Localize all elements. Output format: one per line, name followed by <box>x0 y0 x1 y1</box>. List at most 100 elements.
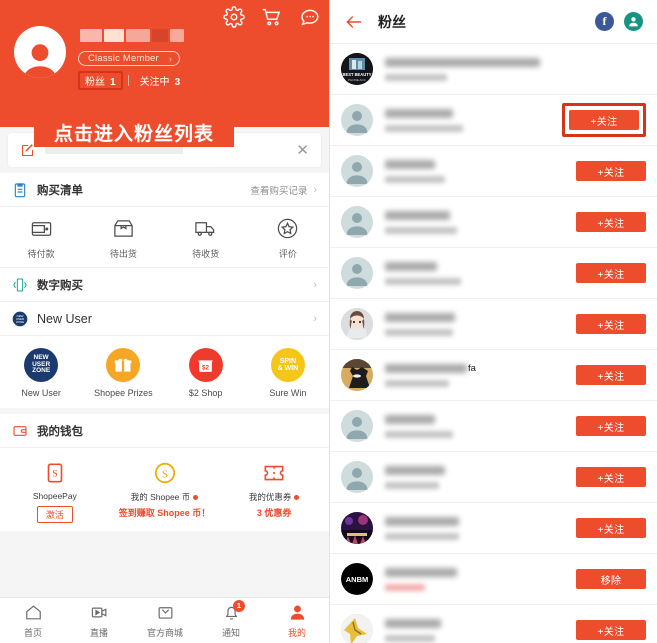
activate-button[interactable]: 激活 <box>36 506 73 523</box>
follower-row[interactable]: +关注 <box>330 146 657 197</box>
follow-button[interactable]: +关注 <box>576 314 646 334</box>
follower-row[interactable]: +关注 <box>330 197 657 248</box>
follower-name-tail: fa <box>468 362 476 374</box>
facebook-glyph: f <box>602 14 607 28</box>
follower-action-wrap: +关注 <box>576 59 646 79</box>
nav-me[interactable]: 我的 <box>264 603 329 639</box>
follow-button[interactable]: +关注 <box>576 161 646 181</box>
nav-mall[interactable]: 官方商城 <box>132 603 198 639</box>
order-status-review[interactable]: 评价 <box>247 217 329 260</box>
menu-row-new-user[interactable]: NEW USER ZONE New User › <box>0 302 329 336</box>
promo-label: Shopee Prizes <box>94 388 153 398</box>
app-root: Classic Member › 粉丝 1 关注中 3 ✕ 购买清单 查看购买记… <box>0 0 657 643</box>
follower-avatar[interactable] <box>341 410 373 442</box>
notification-badge: 1 <box>233 599 245 612</box>
follow-button[interactable]: +关注 <box>576 518 646 538</box>
promo-2-dollar-shop[interactable]: $2 $2 Shop <box>165 348 247 398</box>
wallet-item-sub[interactable]: 签到赚取 Shopee 币！ <box>119 508 211 519</box>
gear-icon[interactable] <box>223 6 245 28</box>
follower-row[interactable]: +关注 <box>330 95 657 146</box>
follower-info <box>385 210 576 234</box>
facebook-icon[interactable]: f <box>595 12 614 31</box>
follow-button[interactable]: +关注 <box>576 263 646 283</box>
close-icon[interactable]: ✕ <box>296 143 309 158</box>
menu-row-digital-purchase[interactable]: 数字购买 › <box>0 268 329 302</box>
follower-avatar[interactable] <box>341 155 373 187</box>
follower-avatar[interactable]: BEST BEAUTY PHONE ACC <box>341 53 373 85</box>
wallet-label-text: 我的 Shopee 币 <box>130 492 191 502</box>
promo-sure-win[interactable]: SPIN & WIN Sure Win <box>247 348 329 398</box>
order-status-to-ship[interactable]: 待出货 <box>82 217 164 260</box>
nav-home[interactable]: 首页 <box>0 603 66 639</box>
follower-avatar[interactable] <box>341 512 373 544</box>
following-label: 关注中 <box>139 77 170 88</box>
wallet-shopee-coins[interactable]: S 我的 Shopee 币 签到赚取 Shopee 币！ <box>110 460 220 523</box>
follower-action-wrap: +关注 <box>576 416 646 436</box>
order-status-to-receive[interactable]: 待收货 <box>165 217 247 260</box>
follower-row[interactable]: +关注 <box>330 452 657 503</box>
clipboard-icon <box>12 182 28 198</box>
following-stat[interactable]: 关注中 3 <box>134 72 187 89</box>
wallet-item-label: 我的 Shopee 币 <box>131 491 199 503</box>
follower-avatar[interactable] <box>341 614 373 643</box>
follower-sub-redacted <box>385 634 435 642</box>
nav-live[interactable]: 直播 <box>66 603 132 639</box>
follower-row[interactable]: +关注 <box>330 299 657 350</box>
follower-avatar[interactable] <box>341 359 373 391</box>
follower-avatar[interactable] <box>341 308 373 340</box>
follow-button[interactable]: +关注 <box>576 416 646 436</box>
chat-icon[interactable] <box>299 6 321 28</box>
promo-shopee-prizes[interactable]: Shopee Prizes <box>82 348 164 398</box>
wallet-item-sub[interactable]: 3 优惠券 <box>257 508 292 519</box>
promo-grid: NEW USER ZONE New User Shopee Prizes $2 … <box>0 336 329 408</box>
follower-info <box>385 261 576 285</box>
follower-info <box>385 312 576 336</box>
wallet-card: 我的钱包 S ShopeePay 激活 S 我的 Shopee 币 签到赚取 S… <box>0 414 329 531</box>
view-purchase-history-link[interactable]: 查看购买记录 <box>250 183 307 197</box>
member-badge[interactable]: Classic Member › <box>78 51 181 66</box>
annotation-enter-followers-list: 点击进入粉丝列表 <box>34 118 234 147</box>
follower-avatar[interactable] <box>341 461 373 493</box>
purchase-list-row[interactable]: 购买清单 查看购买记录 › <box>0 173 329 207</box>
follower-row[interactable]: +关注 <box>330 401 657 452</box>
follower-avatar[interactable] <box>341 104 373 136</box>
back-arrow-icon[interactable] <box>344 12 364 32</box>
follow-button[interactable]: +关注 <box>576 620 646 640</box>
contacts-icon[interactable] <box>624 12 643 31</box>
follower-avatar[interactable] <box>341 257 373 289</box>
order-status-to-pay[interactable]: 待付款 <box>0 217 82 260</box>
follow-button[interactable]: +关注 <box>576 212 646 232</box>
nav-notifications[interactable]: 1 通知 <box>198 599 264 639</box>
followers-panel: 粉丝 f BEST BEAUTY PHONE ACC +关注 +关注 +关注 +关注 +关注… <box>330 0 657 643</box>
follower-row[interactable]: fa +关注 <box>330 350 657 401</box>
wallet-shopeepay[interactable]: S ShopeePay 激活 <box>0 460 110 523</box>
avatar[interactable] <box>14 26 66 78</box>
follower-sub-redacted <box>385 277 461 285</box>
follower-avatar[interactable] <box>341 206 373 238</box>
follower-sub-redacted <box>385 583 425 591</box>
follower-action-wrap: +关注 <box>576 620 646 640</box>
order-label: 待出货 <box>109 249 137 259</box>
follower-action-wrap: +关注 <box>576 467 646 487</box>
follower-row[interactable]: ANBM 移除 <box>330 554 657 605</box>
wallet-title-row[interactable]: 我的钱包 <box>0 414 329 448</box>
follow-button[interactable]: +关注 <box>569 110 639 130</box>
promo-new-user[interactable]: NEW USER ZONE New User <box>0 348 82 398</box>
new-user-zone-icon: NEW USER ZONE <box>12 311 28 327</box>
followers-list[interactable]: BEST BEAUTYPHONE ACC+关注+关注+关注+关注+关注+关注fa… <box>330 44 657 643</box>
follow-button[interactable]: +关注 <box>576 365 646 385</box>
cart-icon[interactable] <box>261 6 283 28</box>
follower-row[interactable]: +关注 <box>330 503 657 554</box>
order-label: 待收货 <box>192 249 220 259</box>
follower-row[interactable]: BEST BEAUTYPHONE ACC +关注 <box>330 44 657 95</box>
wallet-vouchers[interactable]: 我的优惠券 3 优惠券 <box>219 460 329 523</box>
remove-button[interactable]: 移除 <box>576 569 646 589</box>
follower-row[interactable]: +关注 <box>330 248 657 299</box>
profile-summary[interactable]: Classic Member › 粉丝 1 关注中 3 <box>14 26 186 90</box>
follower-name-redacted <box>385 618 441 628</box>
profile-panel: Classic Member › 粉丝 1 关注中 3 ✕ 购买清单 查看购买记… <box>0 0 330 643</box>
follow-button[interactable]: +关注 <box>576 467 646 487</box>
follower-avatar[interactable]: ANBM <box>341 563 373 595</box>
follower-row[interactable]: +关注 <box>330 605 657 643</box>
followers-stat[interactable]: 粉丝 1 <box>78 71 123 90</box>
